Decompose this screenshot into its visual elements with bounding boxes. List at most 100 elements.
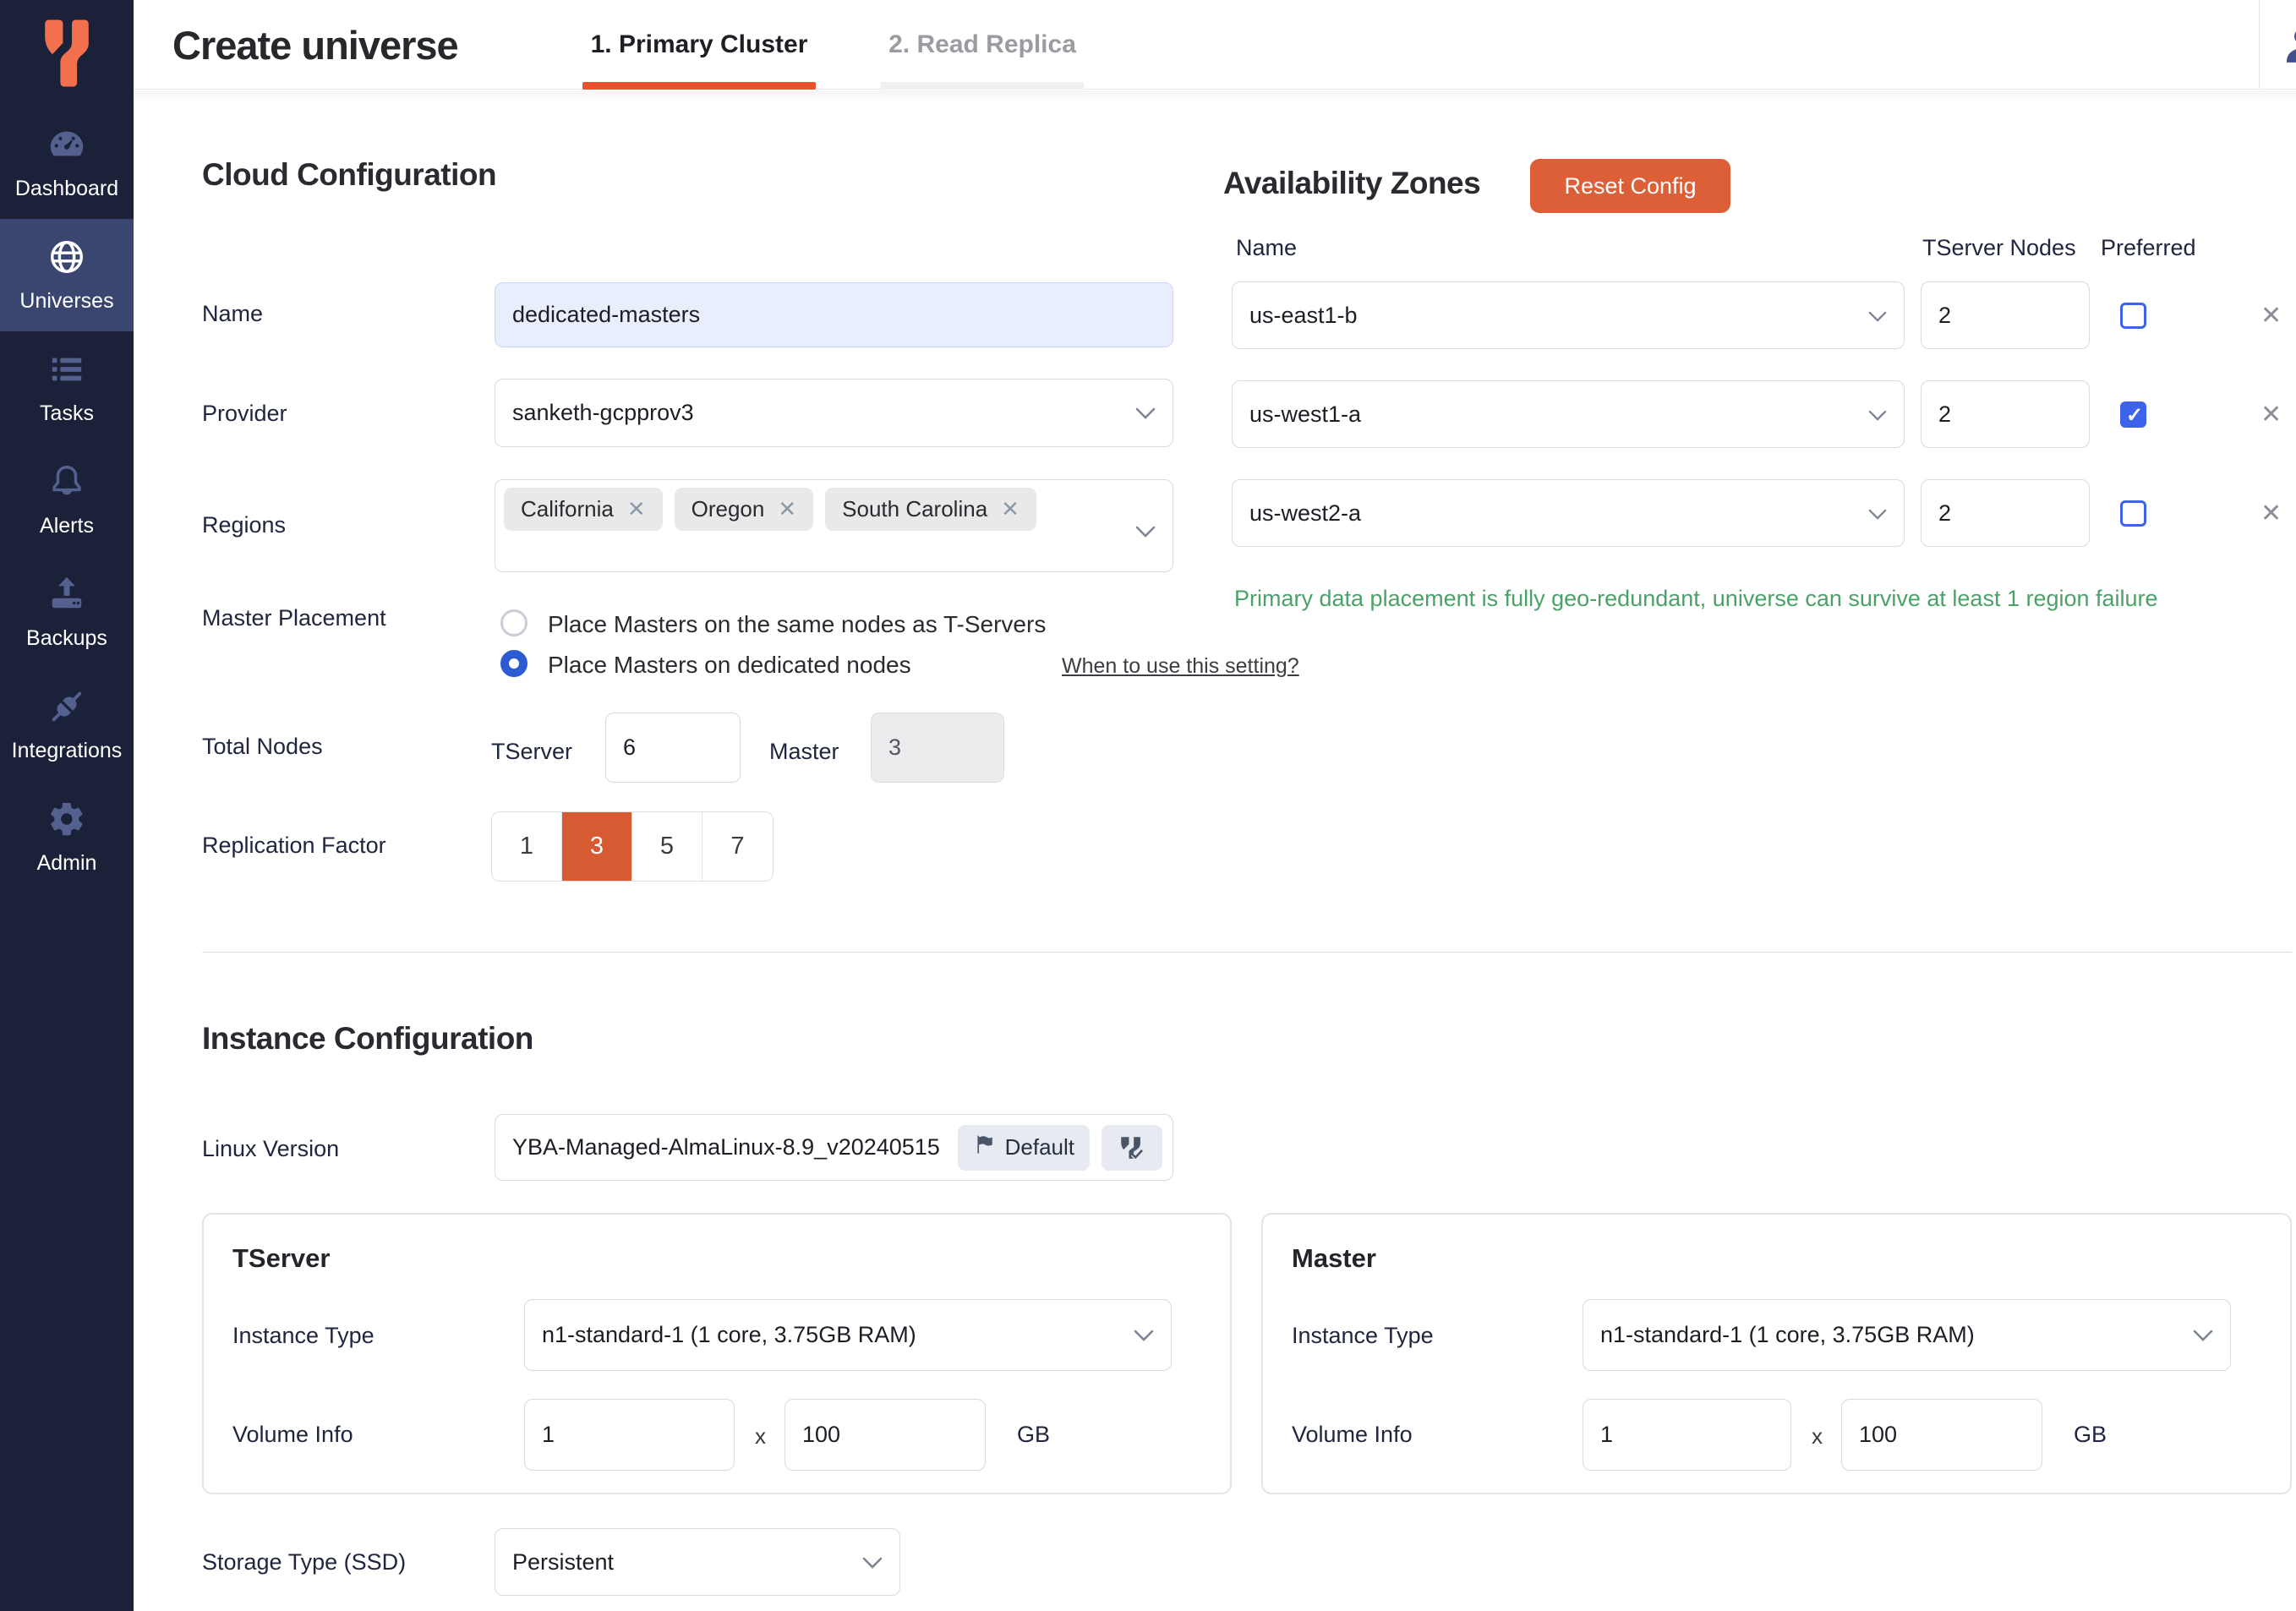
reset-config-button[interactable]: Reset Config	[1530, 159, 1730, 213]
rf-option-7[interactable]: 7	[702, 812, 773, 881]
sidebar-item-universes[interactable]: Universes	[0, 219, 134, 331]
tserver-instance-type-select[interactable]: n1-standard-1 (1 core, 3.75GB RAM)	[524, 1299, 1172, 1371]
az-node-count-input[interactable]	[1921, 281, 2090, 349]
radio-label: Place Masters on the same nodes as T-Ser…	[548, 611, 1046, 638]
volume-unit: GB	[1017, 1422, 1050, 1448]
sidebar-item-admin[interactable]: Admin	[0, 781, 134, 893]
replication-factor-group: 1 3 5 7	[491, 811, 774, 882]
chevron-down-icon	[2193, 1322, 2213, 1348]
default-badge-label: Default	[1005, 1134, 1074, 1160]
az-zone-select[interactable]: us-east1-b	[1232, 281, 1905, 349]
task-list-icon	[47, 350, 86, 393]
master-panel-heading: Master	[1292, 1243, 1376, 1274]
remove-region-icon[interactable]: ✕	[627, 496, 646, 522]
region-chip: California ✕	[504, 488, 663, 531]
linux-version-select[interactable]: YBA-Managed-AlmaLinux-8.9_v20240515 Defa…	[495, 1114, 1173, 1181]
tserver-count-label: TServer	[491, 739, 572, 765]
chevron-down-icon	[862, 1549, 883, 1576]
active-tab-underline	[582, 82, 816, 90]
regions-label: Regions	[202, 512, 286, 538]
radio-label: Place Masters on dedicated nodes	[548, 652, 911, 679]
preferred-checkbox[interactable]	[2120, 500, 2146, 527]
rf-option-3[interactable]: 3	[562, 812, 632, 881]
user-profile-icon[interactable]	[2279, 22, 2296, 72]
volume-info-label: Volume Info	[232, 1422, 353, 1448]
storage-type-select[interactable]: Persistent	[495, 1528, 900, 1596]
page-title: Create universe	[172, 0, 458, 90]
region-chip-label: South Carolina	[842, 496, 987, 522]
volume-multiplier: x	[1812, 1423, 1823, 1450]
tserver-panel-heading: TServer	[232, 1243, 330, 1274]
globe-icon	[47, 238, 86, 281]
volume-size-input[interactable]	[1841, 1399, 2042, 1471]
remove-region-icon[interactable]: ✕	[1001, 496, 1020, 522]
sidebar-item-label: Admin	[37, 851, 97, 876]
storage-type-value: Persistent	[512, 1549, 852, 1576]
total-nodes-label: Total Nodes	[202, 734, 323, 760]
volume-count-input[interactable]	[524, 1399, 735, 1471]
header-shadow	[134, 90, 2296, 104]
instance-configuration-heading: Instance Configuration	[202, 1021, 533, 1057]
region-chip: South Carolina ✕	[825, 488, 1036, 531]
master-nodes-input	[871, 713, 1004, 783]
az-col-tserver-nodes: TServer Nodes	[1922, 235, 2076, 261]
tserver-nodes-input[interactable]	[605, 713, 741, 783]
remove-region-icon[interactable]: ✕	[778, 496, 796, 522]
yugabyte-logo[interactable]	[0, 0, 134, 106]
provider-select[interactable]: sanketh-gcpprov3	[495, 379, 1173, 447]
sidebar-item-integrations[interactable]: Integrations	[0, 669, 134, 781]
sidebar-item-dashboard[interactable]: Dashboard	[0, 106, 134, 219]
page-header: Create universe 1. Primary Cluster 2. Re…	[134, 0, 2296, 90]
volume-count-input[interactable]	[1583, 1399, 1791, 1471]
rf-option-1[interactable]: 1	[492, 812, 562, 881]
preferred-checkbox[interactable]	[2120, 303, 2146, 329]
replication-factor-label: Replication Factor	[202, 833, 386, 859]
main-area: Create universe 1. Primary Cluster 2. Re…	[134, 0, 2296, 1611]
master-count-label: Master	[769, 739, 839, 765]
remove-az-icon[interactable]: ✕	[2260, 303, 2282, 329]
provider-label: Provider	[202, 401, 287, 427]
chevron-down-icon	[1868, 303, 1887, 329]
remove-az-icon[interactable]: ✕	[2260, 402, 2282, 428]
az-zone-value: us-east1-b	[1249, 303, 1858, 329]
sidebar-item-tasks[interactable]: Tasks	[0, 331, 134, 444]
rf-option-5[interactable]: 5	[632, 812, 702, 881]
az-zone-value: us-west2-a	[1249, 500, 1858, 527]
sidebar-item-alerts[interactable]: Alerts	[0, 444, 134, 556]
create-universe-page: Dashboard Universes Tasks Alerts Backups	[0, 0, 2296, 1611]
tab-read-replica[interactable]: 2. Read Replica	[881, 0, 1084, 90]
remove-az-icon[interactable]: ✕	[2260, 501, 2282, 527]
sidebar: Dashboard Universes Tasks Alerts Backups	[0, 0, 134, 1611]
plug-icon	[47, 687, 86, 730]
sidebar-item-label: Alerts	[40, 514, 94, 538]
region-chip: Oregon ✕	[675, 488, 814, 531]
regions-multiselect[interactable]: California ✕ Oregon ✕ South Carolina ✕	[495, 479, 1173, 572]
region-chip-label: California	[521, 496, 614, 522]
linux-version-value: YBA-Managed-AlmaLinux-8.9_v20240515	[512, 1134, 958, 1160]
volume-multiplier: x	[755, 1423, 766, 1450]
chevron-down-icon	[1135, 400, 1156, 426]
volume-size-input[interactable]	[784, 1399, 986, 1471]
az-node-count-input[interactable]	[1921, 380, 2090, 448]
az-node-count-input[interactable]	[1921, 479, 2090, 547]
volume-info-label: Volume Info	[1292, 1422, 1413, 1448]
cloud-configuration-heading: Cloud Configuration	[202, 157, 496, 193]
placement-status-message: Primary data placement is fully geo-redu…	[1234, 586, 2158, 612]
master-instance-type-select[interactable]: n1-standard-1 (1 core, 3.75GB RAM)	[1583, 1299, 2231, 1371]
tserver-panel: TServer Instance Type n1-standard-1 (1 c…	[202, 1213, 1232, 1494]
az-col-name: Name	[1236, 235, 1297, 261]
az-zone-select[interactable]: us-west2-a	[1232, 479, 1905, 547]
instance-type-label: Instance Type	[232, 1323, 374, 1349]
preferred-checkbox[interactable]	[2120, 401, 2146, 428]
az-zone-select[interactable]: us-west1-a	[1232, 380, 1905, 448]
master-placement-label: Master Placement	[202, 605, 386, 631]
chevron-down-icon	[1868, 500, 1887, 527]
tab-primary-cluster[interactable]: 1. Primary Cluster	[582, 0, 816, 90]
radio-masters-dedicated-nodes[interactable]	[500, 650, 528, 677]
sidebar-item-backups[interactable]: Backups	[0, 556, 134, 669]
region-chip-label: Oregon	[692, 496, 765, 522]
az-zone-value: us-west1-a	[1249, 401, 1858, 428]
universe-name-input[interactable]	[495, 282, 1173, 347]
when-to-use-link[interactable]: When to use this setting?	[1062, 654, 1299, 679]
radio-masters-same-nodes[interactable]	[500, 609, 528, 636]
